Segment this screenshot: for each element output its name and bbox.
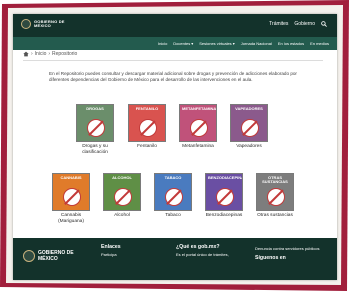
card-tabaco[interactable]: Tabaco Tabaco <box>153 173 193 219</box>
card-label[interactable]: Vapeadores <box>229 144 269 150</box>
footer-heading: Enlaces <box>101 244 121 250</box>
card-tile[interactable]: Fentanilo <box>128 104 166 142</box>
nav-en-medios[interactable]: En medios <box>310 41 329 46</box>
nav-sesiones-virtuales[interactable]: Sesiones virtuales <box>199 41 231 46</box>
card-tile[interactable]: Vapeadores <box>230 104 268 142</box>
webpage: GOBIERNO DE MÉXICO Trámites Gobierno Ini… <box>13 14 337 280</box>
nav-en-los-estados[interactable]: En los estados <box>278 41 304 46</box>
card-metanfetamina[interactable]: Metanfetamina Metanfetamina <box>178 104 218 150</box>
card-label[interactable]: Benzodiacepinas <box>204 213 244 219</box>
search-icon[interactable] <box>321 21 327 27</box>
card-label[interactable]: Cannabis (Mariguana) <box>51 213 91 224</box>
footer-link[interactable]: Denuncia contra servidores públicos <box>255 246 319 252</box>
card-vapeadores[interactable]: Vapeadores Vapeadores <box>229 104 269 150</box>
card-alcohol[interactable]: Alcohol Alcohol <box>102 173 142 219</box>
card-label[interactable]: Tabaco <box>153 213 193 219</box>
breadcrumb-inicio[interactable]: Inicio <box>35 51 47 57</box>
card-label[interactable]: Otras sustancias <box>255 213 295 219</box>
footer-col-enlaces: Enlaces Participa <box>101 244 121 258</box>
card-tile[interactable]: Otras sustancias <box>256 173 294 211</box>
card-tile[interactable]: Tabaco <box>154 173 192 211</box>
card-label[interactable]: Metanfetamina <box>178 144 218 150</box>
chevron-down-icon: ▾ <box>232 41 235 46</box>
footer-logo-line2: MÉXICO <box>38 256 58 262</box>
prohibited-icon <box>87 119 105 137</box>
card-label[interactable]: Fentanilo <box>127 144 167 150</box>
card-fentanilo[interactable]: Fentanilo Fentanilo <box>127 104 167 150</box>
eagle-seal-icon <box>21 19 31 29</box>
card-drogas[interactable]: Drogas Drogas y su clasificación <box>75 104 115 155</box>
intro-text: En el Repositorio puedes consultar y des… <box>49 71 297 82</box>
card-label[interactable]: Alcohol <box>102 213 142 219</box>
card-tile[interactable]: Alcohol <box>103 173 141 211</box>
site-footer: GOBIERNO DE MÉXICO Enlaces Participa ¿Qu… <box>13 238 337 280</box>
prohibited-icon <box>114 188 132 206</box>
card-tile[interactable]: Cannabis <box>52 173 90 211</box>
footer-link[interactable]: Participa <box>101 252 121 258</box>
footer-heading: ¿Qué es gob.mx? <box>176 244 220 250</box>
prohibited-icon <box>165 188 183 206</box>
chevron-down-icon: ▾ <box>191 41 194 46</box>
prohibited-icon <box>267 188 285 206</box>
gobierno-logo[interactable]: GOBIERNO DE MÉXICO <box>21 19 65 29</box>
divider <box>23 60 323 61</box>
link-tramites[interactable]: Trámites <box>269 21 288 27</box>
card-cannabis[interactable]: Cannabis Cannabis (Mariguana) <box>51 173 91 224</box>
prohibited-icon <box>190 119 208 137</box>
footer-text: Es el portal único de trámites, <box>176 252 229 257</box>
footer-heading: Síguenos en <box>255 255 286 261</box>
footer-logo[interactable]: GOBIERNO DE MÉXICO <box>23 250 74 262</box>
prohibited-icon <box>216 188 234 206</box>
card-label[interactable]: Drogas y su clasificación <box>75 144 115 155</box>
nav-inicio[interactable]: Inicio <box>158 41 167 46</box>
logo-line2: MÉXICO <box>34 23 51 28</box>
card-benzodiacepinas[interactable]: Benzodiacepinas Benzodiacepinas <box>204 173 244 219</box>
footer-col-que-es: ¿Qué es gob.mx? Es el portal único de tr… <box>176 244 229 258</box>
prohibited-icon <box>139 119 157 137</box>
card-tile[interactable]: Metanfetamina <box>179 104 217 142</box>
link-gobierno[interactable]: Gobierno <box>294 21 315 27</box>
prohibited-icon <box>241 119 259 137</box>
card-tile[interactable]: Benzodiacepinas <box>205 173 243 211</box>
section-nav: Inicio Docentes ▾ Sesiones virtuales ▾ Jor… <box>13 37 337 50</box>
home-icon[interactable] <box>23 51 29 57</box>
nav-docentes[interactable]: Docentes <box>173 41 190 46</box>
nav-jornada-nacional[interactable]: Jornada Nacional <box>241 41 272 46</box>
card-otras-sustancias[interactable]: Otras sustancias Otras sustancias <box>255 173 295 219</box>
breadcrumb-repositorio: Repositorio <box>52 51 78 57</box>
prohibited-icon <box>63 188 81 206</box>
government-header: GOBIERNO DE MÉXICO Trámites Gobierno <box>13 14 337 37</box>
footer-col-denuncia: Denuncia contra servidores públicos Sígu… <box>255 246 319 263</box>
header-links: Trámites Gobierno <box>269 21 327 27</box>
eagle-seal-icon <box>23 250 35 262</box>
breadcrumb: › Inicio › Repositorio <box>23 51 77 57</box>
card-tile[interactable]: Drogas <box>76 104 114 142</box>
